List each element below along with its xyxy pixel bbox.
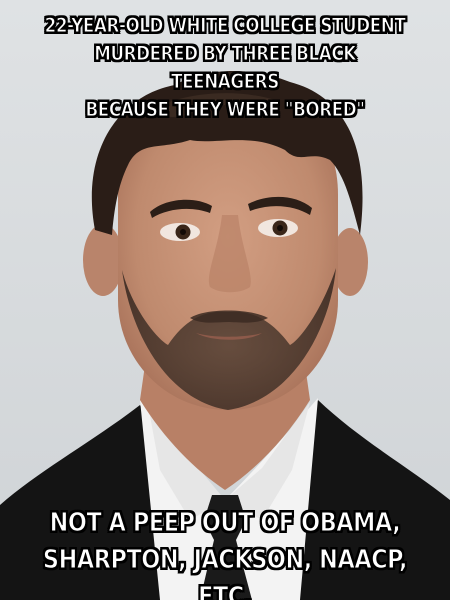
left-ear (83, 224, 123, 296)
top-caption: 22-YEAR-OLD WHITE COLLEGE STUDENT MURDER… (44, 14, 406, 122)
meme-image: 22-YEAR-OLD WHITE COLLEGE STUDENT MURDER… (0, 0, 450, 600)
bottom-caption: NOT A PEEP OUT OF OBAMA, SHARPTON, JACKS… (42, 508, 408, 600)
